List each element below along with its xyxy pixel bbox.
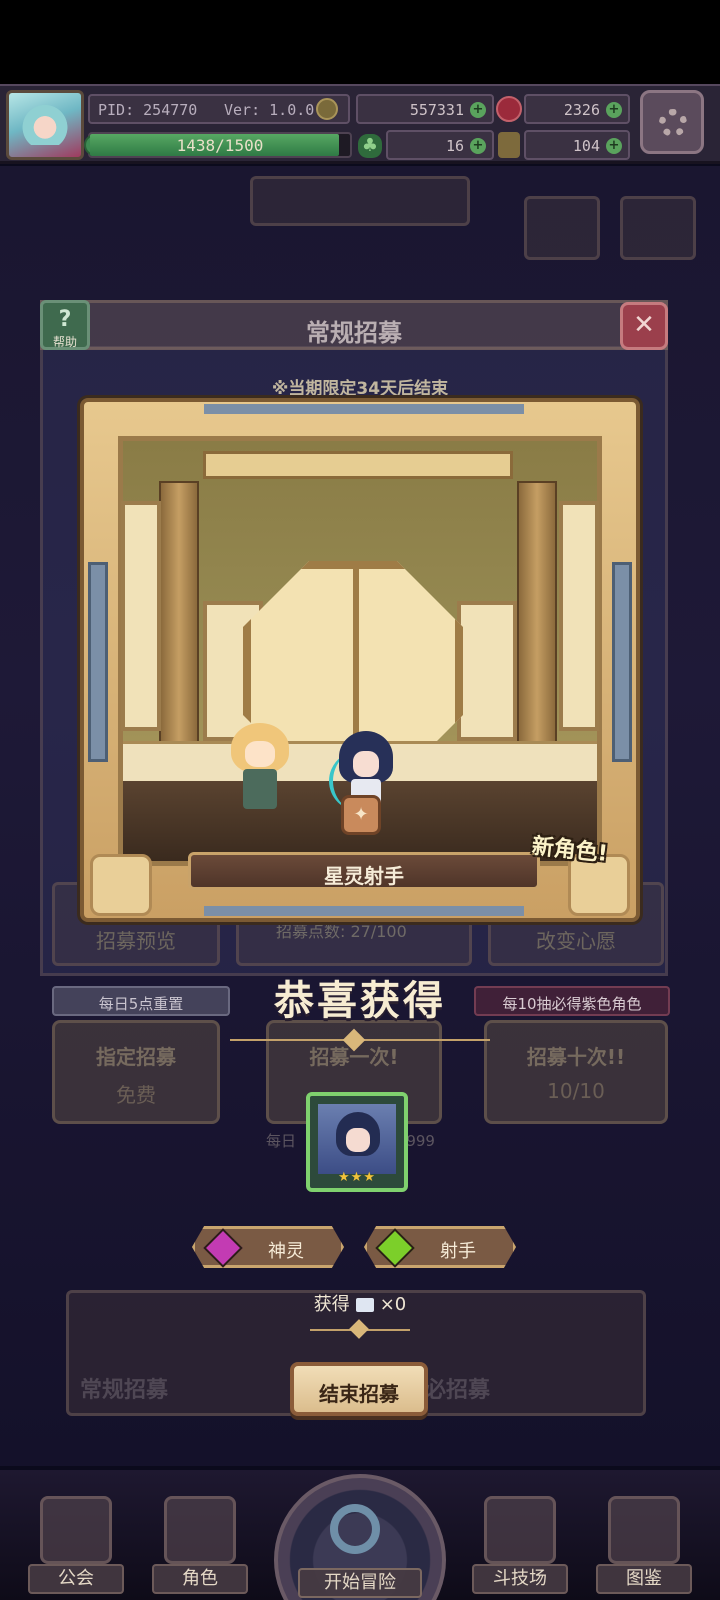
frame-top-strip [204, 404, 524, 414]
clover-plus-icon[interactable]: + [470, 138, 486, 154]
xp-text: 1438/1500 [176, 136, 264, 155]
nav-arena-label: 斗技场 [472, 1564, 568, 1594]
nav-guild[interactable]: 公会 [14, 1490, 138, 1594]
ticket-icon [355, 1298, 374, 1312]
preview-label: 招募预览 [96, 929, 176, 953]
settings-button[interactable] [640, 90, 704, 154]
nav-adventure[interactable]: 开始冒险 [274, 1474, 446, 1600]
status-bar-area [0, 0, 720, 84]
help-label: 帮助 [52, 335, 77, 349]
character-name: 星灵射手 [324, 864, 404, 888]
end-recruit-label: 结束招募 [319, 1382, 399, 1406]
close-icon: ✕ [633, 310, 655, 340]
congrats-title: 恭喜获得 [274, 978, 446, 1024]
obtained-character-card[interactable]: ★★★ [306, 1092, 408, 1192]
class-label: 射手 [440, 1241, 476, 1262]
bg-strategy-button [524, 196, 600, 260]
nav-character-label: 角色 [152, 1564, 248, 1594]
card-portrait [318, 1104, 396, 1174]
pid-version-box: PID: 254770 Ver: 1.0.0.1 [88, 94, 350, 124]
bg-sign [250, 176, 470, 226]
recruit-ten-button: 招募十次!! 10/10 [484, 1020, 668, 1124]
help-icon: ? [58, 307, 72, 332]
frame-side-tab-right [612, 562, 632, 762]
recruit-dialog-title: 常规招募 [306, 319, 402, 347]
room-pillar-right [517, 481, 557, 781]
gold-value: 557331 [409, 101, 464, 119]
guild-icon [40, 1496, 112, 1564]
item-icon [498, 132, 520, 158]
obtain-count: 获得 ×0 [0, 1290, 720, 1316]
gem-icon [496, 96, 522, 122]
room-pillar-left [159, 481, 199, 781]
obtain-label: 获得 [313, 1294, 350, 1315]
must-recruit-banner: 必招募 [424, 1378, 491, 1403]
item-plus-icon[interactable]: + [606, 138, 622, 154]
card-stars: ★★★ [338, 1170, 376, 1185]
companion-sprite [223, 723, 297, 813]
frame-corner-left [90, 854, 152, 916]
race-label: 神灵 [268, 1241, 304, 1262]
clover-icon: ♣ [358, 134, 382, 158]
end-recruit-button[interactable]: 结束招募 [290, 1362, 428, 1416]
designate-label: 指定招募 [96, 1045, 176, 1069]
nav-arena[interactable]: 斗技场 [458, 1490, 582, 1594]
gem-value: 2326 [563, 101, 600, 119]
top-hud: PID: 254770 Ver: 1.0.0.1 557331 + 2326 +… [0, 84, 720, 164]
close-button[interactable]: ✕ [620, 302, 668, 350]
item-value: 104 [572, 137, 600, 155]
medal-icon: ✦ [341, 795, 381, 835]
nav-adventure-label: 开始冒险 [298, 1568, 422, 1598]
race-tag: 神灵 [192, 1226, 344, 1268]
frame-bottom-strip [204, 906, 524, 916]
help-button[interactable]: ? 帮助 [40, 300, 90, 350]
settings-gear-icon [659, 109, 687, 137]
clover-box: 16 + [386, 130, 494, 160]
gold-box: 557331 + [356, 94, 494, 124]
player-avatar[interactable] [6, 90, 84, 160]
nav-character[interactable]: 角色 [138, 1490, 262, 1594]
character-reveal-frame: ✦ 星灵射手 新角色! [80, 398, 640, 922]
designate-recruit-button: 指定招募 免费 [52, 1020, 220, 1124]
item-box: 104 + [524, 130, 630, 160]
magnifier-icon [330, 1504, 380, 1554]
bg-event-button [620, 196, 696, 260]
obtain-value: ×0 [379, 1294, 407, 1315]
race-gem-icon [203, 1228, 243, 1268]
designate-cost: 免费 [116, 1083, 156, 1107]
character-name-banner: 星灵射手 [188, 852, 540, 890]
recruit-ten-cost: 10/10 [547, 1079, 605, 1103]
side-window-left [121, 501, 161, 731]
recruit-dialog-title-bar: 常规招募 [40, 300, 668, 350]
daily-label: 每日 [266, 1132, 297, 1150]
pid-text: PID: 254770 [98, 101, 198, 119]
nav-guild-label: 公会 [28, 1564, 124, 1594]
codex-icon [608, 1496, 680, 1564]
gem-plus-icon[interactable]: + [606, 102, 622, 118]
coin-icon [316, 98, 338, 120]
gold-plus-icon[interactable]: + [470, 102, 486, 118]
room-beam [203, 451, 513, 479]
nav-codex-label: 图鉴 [596, 1564, 692, 1594]
xp-bar: 1438/1500 [84, 132, 352, 158]
class-gem-icon [375, 1228, 415, 1268]
character-icon [164, 1496, 236, 1564]
change-wish-label: 改变心愿 [536, 929, 616, 953]
recruit-ten-label: 招募十次!! [526, 1045, 626, 1069]
inner-window-right [457, 601, 517, 741]
regular-recruit-banner: 常规招募 [80, 1378, 169, 1403]
class-tag: 射手 [364, 1226, 516, 1268]
side-window-right [559, 501, 599, 731]
clover-value: 16 [445, 137, 464, 155]
limited-time-note: ※当期限定34天后结束 [271, 379, 449, 399]
frame-side-tab-left [88, 562, 108, 762]
gem-box: 2326 + [524, 94, 630, 124]
nav-codex[interactable]: 图鉴 [582, 1490, 706, 1594]
crossed-swords-icon [484, 1496, 556, 1564]
room-scene: ✦ [118, 436, 602, 866]
